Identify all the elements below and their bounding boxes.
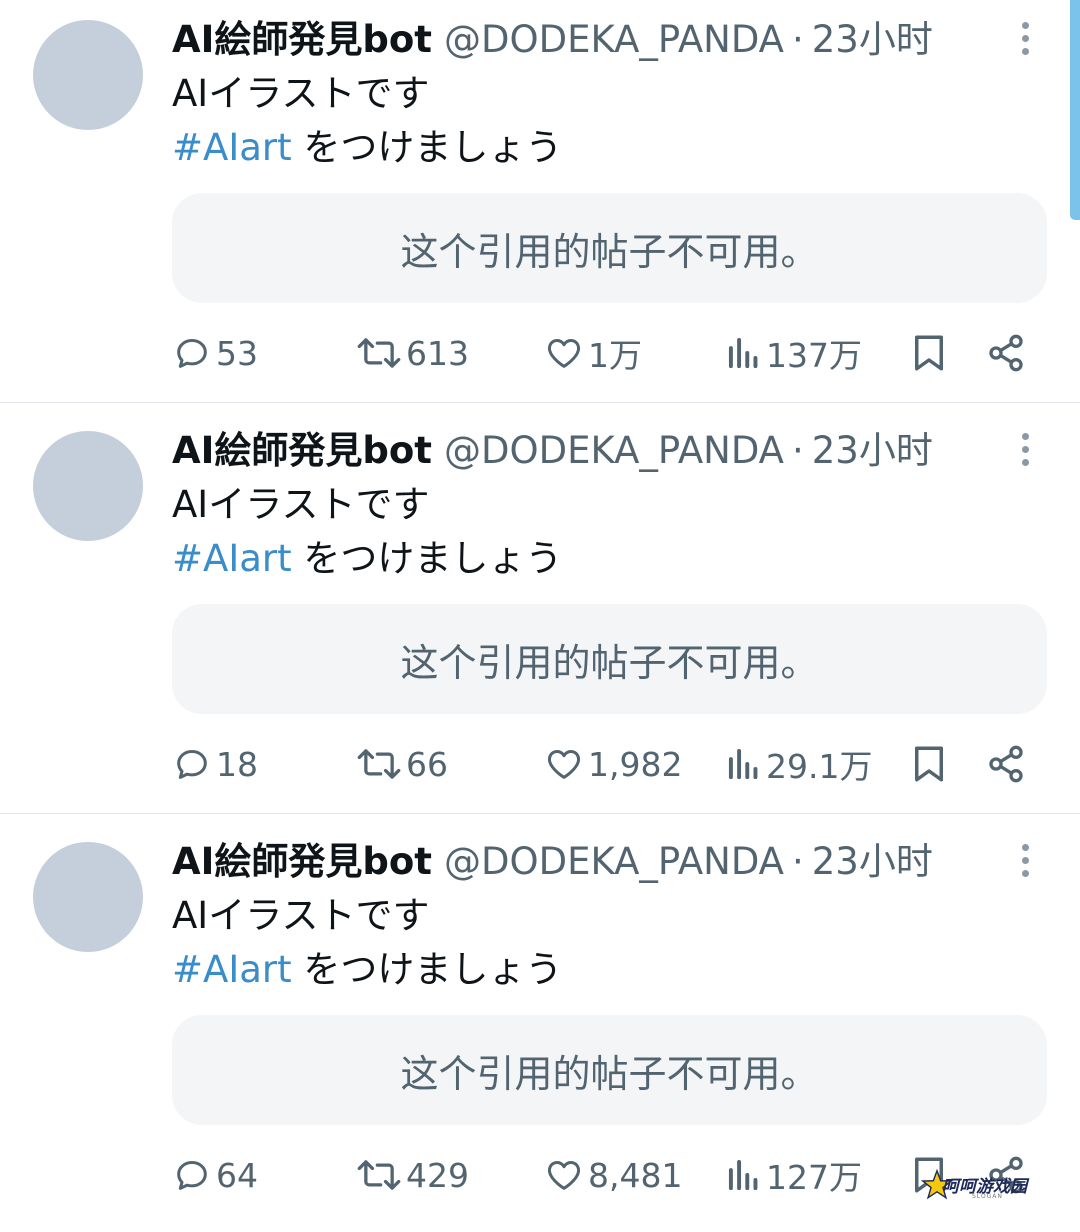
like-button[interactable]: 1万 [544, 325, 642, 381]
views-icon [728, 748, 758, 780]
heart-icon [547, 1161, 581, 1190]
retweet-button[interactable]: 429 [356, 1147, 469, 1203]
quote-unavailable-card: 这个引用的帖子不可用。 [172, 1015, 1047, 1125]
tweet-divider [0, 813, 1080, 814]
share-button[interactable] [986, 736, 1026, 792]
tweet-divider [0, 402, 1080, 403]
tweet-text-line-1: AIイラストです [172, 72, 430, 115]
separator-dot: · [792, 429, 804, 472]
reply-icon [177, 1161, 207, 1190]
tweet-text-line-2: #AIart をつけましょう [172, 944, 562, 996]
bookmark-icon [915, 746, 943, 782]
tweet-actions: 64 429 8,481 127万 [0, 1147, 1080, 1203]
reply-icon [177, 339, 207, 368]
heart-icon [547, 339, 581, 368]
views-icon [728, 337, 758, 369]
heart-icon [547, 750, 581, 779]
tweet-text-line-1: AIイラストです [172, 894, 430, 937]
quote-unavailable-text: 这个引用的帖子不可用。 [400, 1051, 819, 1096]
hashtag-link[interactable]: #AIart [172, 537, 292, 580]
tweet-text-line-2: #AIart をつけましょう [172, 533, 562, 585]
tweet[interactable]: AI絵師発見bot @DODEKA_PANDA · 23小时 AIイラストです … [0, 822, 1080, 1232]
reply-button[interactable]: 18 [172, 736, 258, 792]
like-button[interactable]: 8,481 [544, 1147, 682, 1203]
tweet-actions: 18 66 1,982 29.1万 [0, 736, 1080, 792]
separator-dot: · [792, 840, 804, 883]
tweet-actions: 53 613 1万 137万 [0, 325, 1080, 381]
like-button[interactable]: 1,982 [544, 736, 682, 792]
reply-icon [177, 750, 207, 779]
timestamp[interactable]: 23小时 [812, 14, 933, 66]
avatar[interactable] [33, 20, 143, 130]
views-icon [728, 1159, 758, 1191]
retweet-icon [357, 1160, 401, 1190]
author-name[interactable]: AI絵師発見bot [172, 14, 432, 66]
tweet-text-line-1: AIイラストです [172, 483, 430, 526]
retweet-icon [357, 338, 401, 368]
bookmark-icon [915, 335, 943, 371]
watermark-subtext: SLOGAN [972, 1193, 1003, 1200]
more-vertical-icon[interactable] [1012, 433, 1038, 473]
like-count: 8,481 [588, 1155, 683, 1195]
retweet-count: 429 [406, 1155, 469, 1195]
more-vertical-icon[interactable] [1012, 844, 1038, 884]
share-button[interactable] [986, 325, 1026, 381]
quote-unavailable-card: 这个引用的帖子不可用。 [172, 193, 1047, 303]
tweet-text-rest: をつけましょう [291, 948, 563, 991]
views-button[interactable]: 137万 [726, 325, 862, 381]
timestamp[interactable]: 23小时 [812, 836, 933, 888]
share-icon [989, 745, 1023, 783]
tweet-text-rest: をつけましょう [291, 537, 563, 580]
hashtag-link[interactable]: #AIart [172, 948, 292, 991]
reply-button[interactable]: 64 [172, 1147, 258, 1203]
separator-dot: · [792, 18, 804, 61]
timestamp[interactable]: 23小时 [812, 425, 933, 477]
view-count: 127万 [766, 1158, 862, 1197]
view-count: 29.1万 [766, 747, 873, 786]
reply-count: 53 [216, 333, 258, 373]
author-handle[interactable]: @DODEKA_PANDA [444, 836, 784, 888]
author-handle[interactable]: @DODEKA_PANDA [444, 14, 784, 66]
retweet-icon [357, 749, 401, 779]
retweet-count: 66 [406, 744, 448, 784]
watermark-logo: 呵呵游戏园 SLOGAN [920, 1162, 1040, 1208]
reply-count: 64 [216, 1155, 258, 1195]
tweet-text-line-2: #AIart をつけましょう [172, 122, 562, 174]
more-vertical-icon[interactable] [1012, 22, 1038, 62]
tweet-header: AI絵師発見bot @DODEKA_PANDA · 23小时 [172, 836, 933, 888]
share-icon [989, 334, 1023, 372]
retweet-button[interactable]: 613 [356, 325, 469, 381]
author-name[interactable]: AI絵師発見bot [172, 425, 432, 477]
quote-unavailable-text: 这个引用的帖子不可用。 [400, 229, 819, 274]
avatar[interactable] [33, 842, 143, 952]
reply-count: 18 [216, 744, 258, 784]
author-name[interactable]: AI絵師発見bot [172, 836, 432, 888]
tweet[interactable]: AI絵師発見bot @DODEKA_PANDA · 23小时 AIイラストです … [0, 411, 1080, 821]
avatar[interactable] [33, 431, 143, 541]
views-button[interactable]: 29.1万 [726, 736, 872, 792]
reply-button[interactable]: 53 [172, 325, 258, 381]
like-count: 1万 [588, 336, 642, 375]
author-handle[interactable]: @DODEKA_PANDA [444, 425, 784, 477]
tweet-header: AI絵師発見bot @DODEKA_PANDA · 23小时 [172, 425, 933, 477]
retweet-button[interactable]: 66 [356, 736, 448, 792]
tweet[interactable]: AI絵師発見bot @DODEKA_PANDA · 23小时 AIイラストです … [0, 0, 1080, 410]
hashtag-link[interactable]: #AIart [172, 126, 292, 169]
view-count: 137万 [766, 336, 862, 375]
bookmark-button[interactable] [911, 325, 947, 381]
views-button[interactable]: 127万 [726, 1147, 862, 1203]
bookmark-button[interactable] [911, 736, 947, 792]
tweet-header: AI絵師発見bot @DODEKA_PANDA · 23小时 [172, 14, 933, 66]
like-count: 1,982 [588, 744, 683, 784]
quote-unavailable-card: 这个引用的帖子不可用。 [172, 604, 1047, 714]
quote-unavailable-text: 这个引用的帖子不可用。 [400, 640, 819, 685]
retweet-count: 613 [406, 333, 469, 373]
tweet-text-rest: をつけましょう [291, 126, 563, 169]
